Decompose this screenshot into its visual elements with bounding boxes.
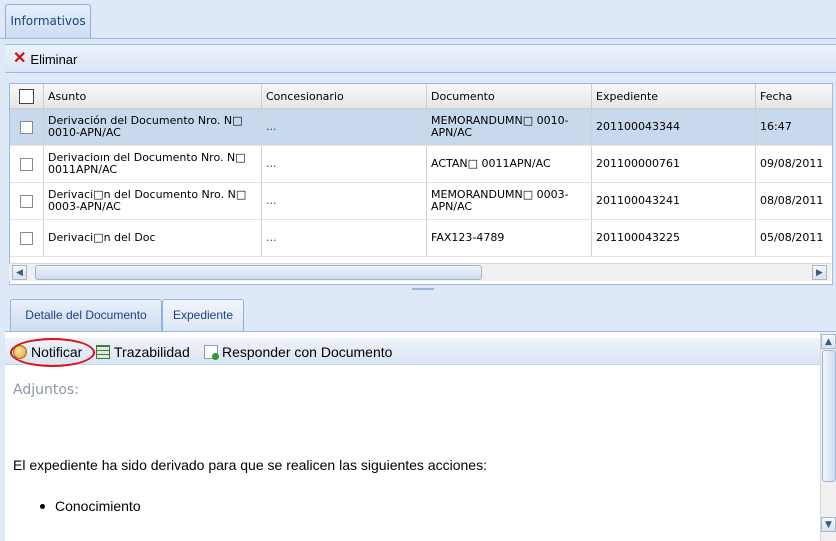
row-checkbox[interactable] (20, 120, 33, 134)
scroll-down-icon[interactable]: ▼ (821, 517, 836, 532)
cell-fecha: 09/08/2011 (760, 157, 824, 170)
column-header-expediente[interactable]: Expediente (592, 84, 756, 108)
grid-toolbar: ✕ Eliminar (5, 44, 836, 73)
select-all-cell (10, 84, 44, 108)
grid-horizontal-scrollbar[interactable]: ◀ ▶ (9, 263, 831, 281)
column-header-documento[interactable]: Documento (427, 84, 592, 108)
cell-fecha: 16:47 (760, 120, 792, 133)
cell-fecha: 08/08/2011 (760, 194, 824, 207)
action-label: Conocimiento (55, 498, 141, 514)
row-checkbox[interactable] (20, 194, 33, 208)
panel-splitter[interactable] (0, 285, 836, 293)
cell-expediente: 201100043225 (592, 220, 756, 256)
tab-detalle-documento[interactable]: Detalle del Documento (10, 299, 162, 331)
column-header-fecha[interactable]: Fecha (756, 84, 832, 108)
row-checkbox[interactable] (20, 157, 33, 171)
responder-label: Responder con Documento (222, 344, 393, 360)
cell-expediente: 201100043344 (592, 109, 756, 145)
scroll-up-icon[interactable]: ▲ (821, 334, 836, 349)
row-select-cell (10, 183, 44, 219)
detail-vertical-scrollbar[interactable]: ▲ ▼ (820, 332, 836, 541)
tab-informativos[interactable]: Informativos (5, 4, 91, 38)
horizontal-scroll-thumb[interactable] (35, 265, 482, 280)
highlight-annotation-oval (10, 338, 95, 367)
detail-toolbar: Notificar Trazabilidad Responder con Doc… (5, 338, 820, 365)
cell-concesionario: ... (262, 146, 427, 182)
column-header-asunto[interactable]: Asunto (44, 84, 262, 108)
row-select-cell (10, 220, 44, 256)
trazabilidad-button[interactable]: Trazabilidad (96, 343, 190, 361)
table-row[interactable]: Derivaci□n del Doc ... FAX123-4789 20110… (10, 220, 832, 257)
cell-asunto: Derivación del Documento Nro. N□ 0010-AP… (44, 109, 262, 145)
grid-table-icon (96, 345, 110, 359)
top-tab-bar: Informativos (0, 0, 836, 39)
scroll-left-icon[interactable]: ◀ (12, 265, 27, 280)
cell-fecha: 05/08/2011 (760, 231, 824, 244)
cell-documento: FAX123-4789 (427, 220, 592, 256)
bullet-icon (40, 503, 45, 509)
derivation-message: El expediente ha sido derivado para que … (13, 457, 487, 473)
table-row[interactable]: Derivaci□n del Documento Nro. N□ 0003-AP… (10, 183, 832, 220)
scroll-right-icon[interactable]: ▶ (812, 265, 827, 280)
tab-expediente[interactable]: Expediente (162, 299, 244, 331)
cell-asunto: Derivaci□n del Doc (44, 220, 262, 256)
cell-expediente: 201100000761 (592, 146, 756, 182)
row-checkbox[interactable] (20, 231, 33, 245)
cell-expediente: 201100043241 (592, 183, 756, 219)
grid-header: Asunto Concesionario Documento Expedient… (10, 84, 832, 109)
table-row[interactable]: Derivacioın del Documento Nro. N□ 0011AP… (10, 146, 832, 183)
select-all-checkbox[interactable] (19, 88, 34, 104)
delete-x-icon: ✕ (13, 50, 27, 67)
documents-grid: Asunto Concesionario Documento Expedient… (9, 83, 833, 285)
trazabilidad-label: Trazabilidad (114, 344, 190, 360)
cell-asunto: Derivaci□n del Documento Nro. N□ 0003-AP… (44, 183, 262, 219)
cell-concesionario: ... (262, 183, 427, 219)
document-add-icon (204, 345, 219, 360)
detail-panel: Notificar Trazabilidad Responder con Doc… (5, 332, 820, 541)
list-item: Conocimiento (40, 498, 141, 514)
row-select-cell (10, 146, 44, 182)
cell-asunto: Derivacioın del Documento Nro. N□ 0011AP… (44, 146, 262, 182)
detail-tab-bar: Detalle del Documento Expediente (5, 294, 836, 332)
adjuntos-label: Adjuntos: (13, 382, 79, 398)
row-select-cell (10, 109, 44, 145)
cell-documento: MEMORANDUMN□ 0010-APN/AC (427, 109, 592, 145)
cell-documento: ACTAN□ 0011APN/AC (427, 146, 592, 182)
cell-documento: MEMORANDUMN□ 0003-APN/AC (427, 183, 592, 219)
table-row[interactable]: Derivación del Documento Nro. N□ 0010-AP… (10, 109, 832, 146)
cell-concesionario: ... (262, 109, 427, 145)
splitter-grip-icon (412, 288, 434, 290)
vertical-scroll-thumb[interactable] (822, 350, 836, 482)
cell-concesionario: ... (262, 220, 427, 256)
delete-button[interactable]: ✕ Eliminar (13, 49, 77, 69)
delete-button-label: Eliminar (30, 51, 78, 67)
responder-button[interactable]: Responder con Documento (204, 343, 392, 361)
column-header-concesionario[interactable]: Concesionario (262, 84, 427, 108)
